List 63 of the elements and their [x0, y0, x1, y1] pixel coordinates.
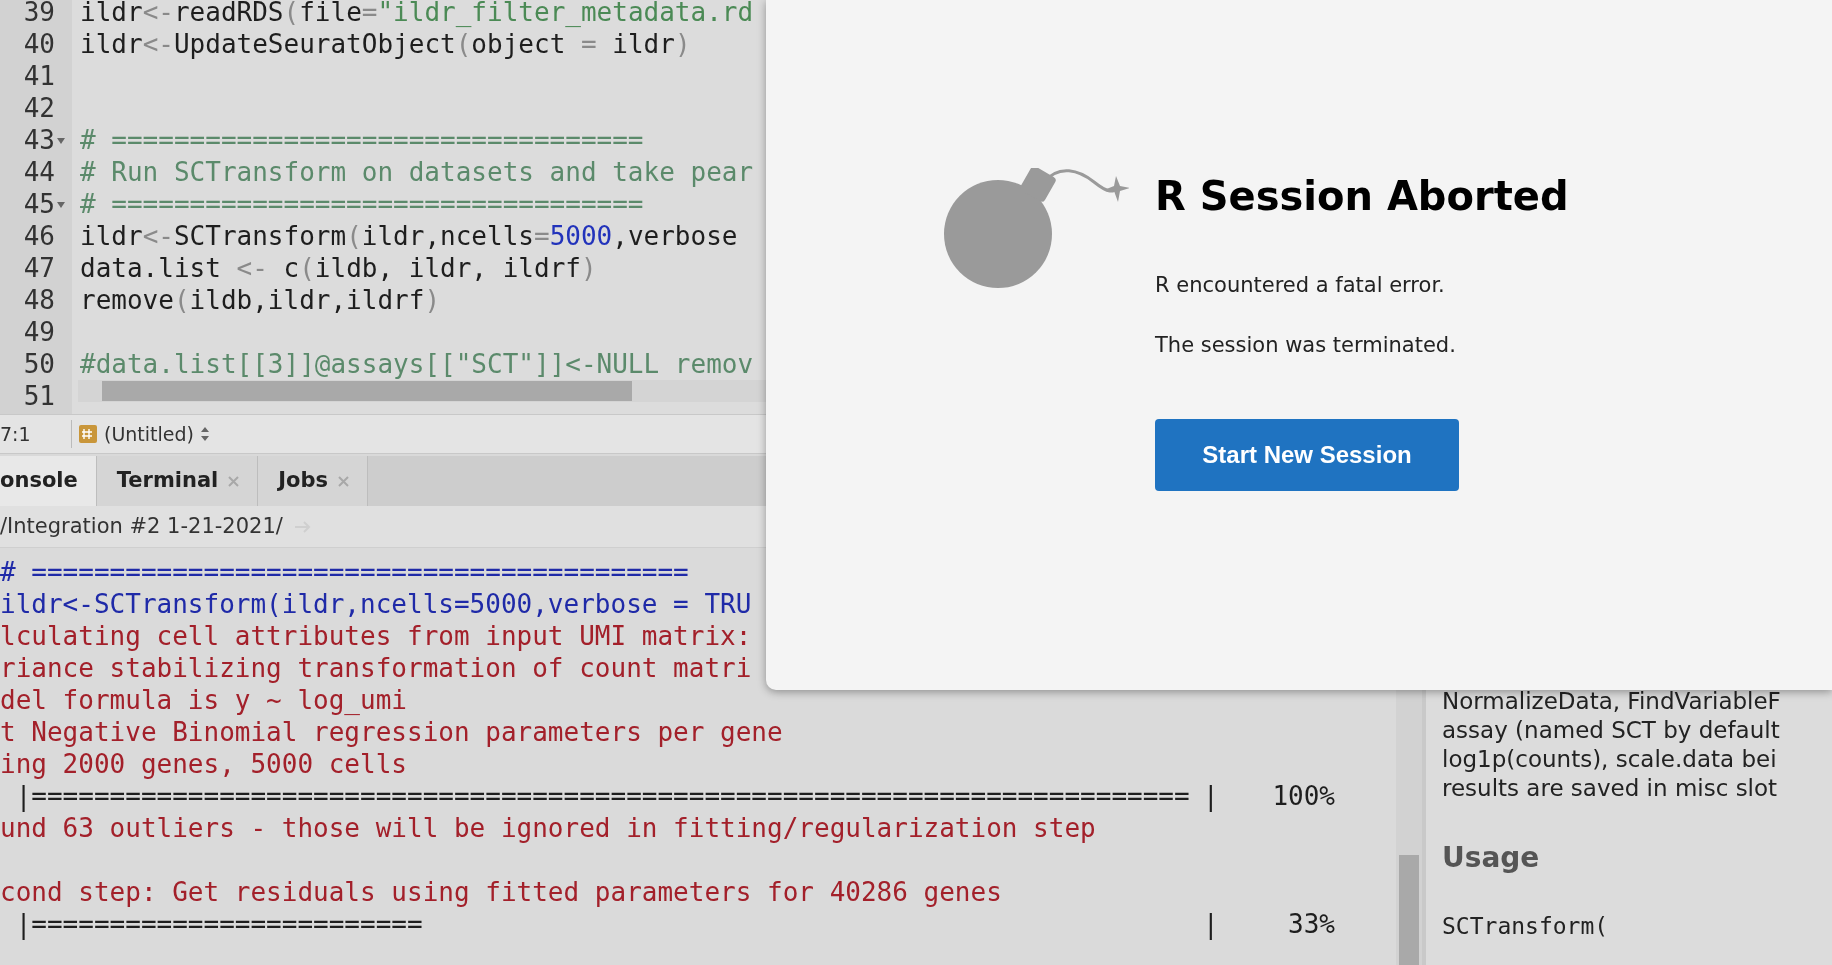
progress-bar-text: |========================= — [14, 908, 424, 940]
line-number: 39 — [22, 0, 55, 28]
progress-percent: 100% — [1271, 780, 1335, 812]
line-number: 41 — [22, 60, 55, 92]
line-number: 40 — [22, 28, 55, 60]
line-number: 43 — [22, 124, 55, 156]
console-line: und 63 outliers - those will be ignored in fitting/regularization step — [0, 812, 1096, 844]
code-line: remove(ildb,ildr,ildrf) — [80, 284, 441, 316]
console-line: ing 2000 genes, 5000 cells — [0, 748, 407, 780]
console-line: t Negative Binomial regression parameters per gene — [0, 716, 783, 748]
scrollbar-thumb[interactable] — [102, 381, 632, 401]
line-number: 42 — [22, 92, 55, 124]
code-line: # ================================== — [80, 124, 644, 156]
dialog-message: The session was terminated. — [1155, 331, 1456, 359]
console-line: cond step: Get residuals using fitted parameters for 40286 genes — [0, 876, 1002, 908]
dialog-title: R Session Aborted — [1155, 172, 1569, 221]
progress-bar-end: | — [1203, 780, 1220, 812]
line-number: 45 — [22, 188, 55, 220]
help-text-line: assay (named SCT by default — [1442, 715, 1781, 745]
code-line: # Run SCTransform on datasets and take pear — [80, 156, 754, 188]
scrollbar-thumb[interactable] — [1399, 855, 1419, 965]
script-file-icon — [78, 424, 98, 444]
progress-percent: 33% — [1287, 908, 1335, 940]
fold-caret-icon[interactable] — [57, 202, 65, 208]
code-text: SCTransform( — [1442, 911, 1610, 941]
progress-bar-end: | — [1203, 908, 1220, 940]
code-line: ildr<-UpdateSeuratObject(object = ildr) — [80, 28, 691, 60]
bomb-icon — [944, 168, 1129, 288]
line-number: 48 — [22, 284, 55, 316]
line-number: 47 — [22, 252, 55, 284]
console-line: # ========================================== — [0, 556, 689, 588]
line-number: 46 — [22, 220, 55, 252]
console-line: riance stabilizing transformation of count matri — [0, 652, 752, 684]
working-directory-path: /Integration #2 1-21-2021/ — [0, 512, 283, 540]
console-line: lculating cell attributes from input UMI matrix: — [0, 620, 752, 652]
help-heading: Usage — [1442, 839, 1541, 876]
cursor-position: 7:1 — [0, 419, 72, 449]
dialog-message: R encountered a fatal error. — [1155, 272, 1445, 299]
panel-tab[interactable]: onsole — [0, 456, 97, 506]
line-number: 44 — [22, 156, 55, 188]
updown-icon[interactable] — [200, 426, 210, 442]
progress-bar-text: |========================================================================== — [14, 780, 1191, 812]
line-number: 49 — [22, 316, 55, 348]
close-icon[interactable] — [228, 475, 240, 487]
file-type-dropdown[interactable]: (Untitled) — [104, 419, 194, 449]
start-new-session-button[interactable]: Start New Session — [1155, 419, 1459, 491]
help-text-line: results are saved in misc slot — [1442, 773, 1779, 803]
code-line: ildr<-readRDS(file="ildr_filter_metadata.rd — [80, 0, 754, 28]
code-line: ildr<-SCTransform(ildr,ncells=5000,verbose — [80, 220, 738, 252]
code-line: # ================================== — [80, 188, 644, 220]
panel-tab[interactable]: Terminal — [96, 456, 259, 506]
code-line: data.list <- c(ildb, ildr, ildrf) — [80, 252, 597, 284]
line-number: 51 — [22, 380, 55, 412]
console-line: del formula is y ~ log_umi — [0, 684, 407, 716]
horizontal-scrollbar[interactable] — [78, 380, 766, 402]
code-line: #data.list[[3]]@assays[["SCT"]]<-NULL remov — [80, 348, 754, 380]
panel-tab[interactable]: Jobs — [258, 456, 369, 506]
console-line: ildr<-SCTransform(ildr,ncells=5000,verbose = TRU — [0, 588, 752, 620]
close-icon[interactable] — [338, 475, 350, 487]
line-number: 50 — [22, 348, 55, 380]
fold-caret-icon[interactable] — [57, 138, 65, 144]
help-text-line: log1p(counts), scale.data bei — [1442, 744, 1778, 774]
help-text-line: NormalizeData, FindVariableF — [1442, 686, 1782, 716]
